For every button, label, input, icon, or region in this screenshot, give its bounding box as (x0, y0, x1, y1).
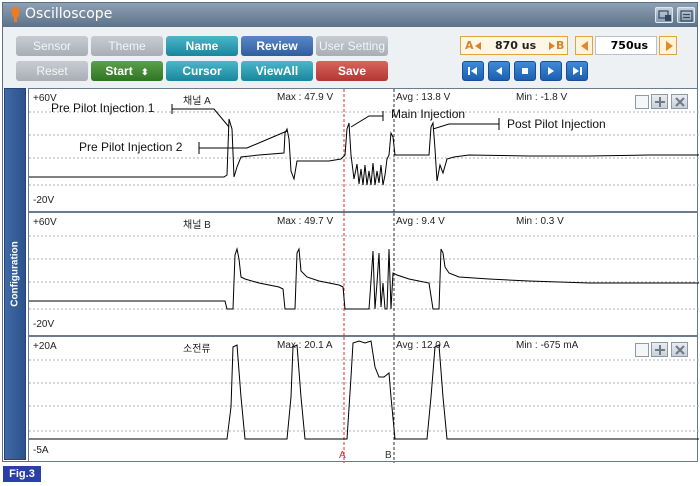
current-channel-graph (29, 337, 699, 463)
arrow-right-icon (666, 41, 673, 51)
save-button[interactable]: Save (316, 61, 388, 81)
step-forward-icon (548, 67, 554, 75)
cursor-a-arrow-icon (475, 42, 481, 50)
current-channel-min: Min : -675 mA (516, 340, 579, 351)
cursor-b-label: B (556, 39, 565, 52)
reset-button[interactable]: Reset (16, 61, 88, 81)
channel-b-bottom-scale: -20V (33, 319, 55, 330)
theme-button[interactable]: Theme (91, 36, 163, 56)
cursor-a-marker[interactable]: A (339, 450, 346, 461)
current-channel-zoom-button[interactable] (651, 342, 668, 357)
window-title: Oscilloscope (25, 6, 113, 22)
channel-b-graph (29, 213, 699, 337)
user-setting-button[interactable]: User Setting (316, 36, 388, 56)
annotation-leader-main (350, 111, 384, 128)
pre-pilot-injection-1-label: Pre Pilot Injection 1 (51, 101, 155, 115)
channel-b-top-scale: +60V (33, 217, 57, 228)
post-pilot-injection-label: Post Pilot Injection (507, 117, 606, 131)
menu-icon (680, 10, 693, 22)
current-channel-name: 소전류 (183, 344, 211, 355)
start-label: Start (105, 64, 133, 78)
configuration-tab-label: Configuration (9, 241, 21, 307)
current-channel-checkbox[interactable] (635, 343, 649, 357)
current-channel-max: Max : 20.1 A (277, 340, 333, 351)
channel-a-panel: +60V -20V 채널 A Max : 47.9 V Avg : 13.8 V… (28, 88, 699, 213)
cursor-time-display[interactable]: A 870 us B (460, 36, 568, 55)
cursor-b-arrow-icon (549, 42, 555, 50)
scope-area: +60V -20V 채널 A Max : 47.9 V Avg : 13.8 V… (28, 88, 699, 463)
channel-b-name: 채널 B (183, 220, 211, 231)
viewall-button[interactable]: ViewAll (241, 61, 313, 81)
timebase-field[interactable]: 750us (595, 36, 657, 55)
step-back-button[interactable] (488, 61, 510, 81)
annotation-leader-pre-pilot-2 (198, 130, 288, 154)
close-icon (675, 345, 685, 355)
step-forward-button[interactable] (540, 61, 562, 81)
channel-a-checkbox[interactable] (635, 95, 649, 109)
channel-a-bottom-scale: -20V (33, 195, 55, 206)
channel-a-close-button[interactable] (671, 94, 688, 109)
current-channel-top-scale: +20A (33, 341, 57, 352)
figure-label: Fig.3 (3, 466, 41, 482)
timebase-decrease-button[interactable] (575, 36, 593, 55)
plus-icon (655, 345, 665, 355)
toolbar: Sensor Theme Name Review User Setting Re… (3, 27, 697, 89)
arrow-left-icon (581, 41, 588, 51)
cursor-b-marker[interactable]: B (385, 450, 392, 461)
skip-last-button[interactable] (566, 61, 588, 81)
current-channel-close-button[interactable] (671, 342, 688, 357)
channel-b-panel: +60V -20V 채널 B Max : 49.7 V Avg : 9.4 V … (28, 212, 699, 337)
main-injection-label: Main Injection (391, 107, 466, 121)
window-menu-button[interactable] (677, 7, 695, 23)
channel-a-name: 채널 A (183, 96, 211, 107)
app-icon (12, 7, 19, 22)
skip-last-icon (573, 67, 582, 75)
cursor-button[interactable]: Cursor (166, 61, 238, 81)
stop-button[interactable] (514, 61, 536, 81)
current-channel-trace (29, 340, 699, 440)
configuration-tab[interactable]: Configuration (4, 88, 26, 460)
step-back-icon (496, 67, 502, 75)
channel-a-min: Min : -1.8 V (516, 92, 568, 103)
plus-icon (655, 97, 665, 107)
annotation-leader-pre-pilot-1 (171, 104, 230, 128)
start-spinner-icon: ⬍ (141, 67, 149, 77)
close-icon (675, 97, 685, 107)
channel-a-avg: Avg : 13.8 V (396, 92, 451, 103)
start-button[interactable]: Start ⬍ (91, 61, 163, 81)
cursor-time-value: 870 us (495, 39, 537, 52)
stop-icon (522, 68, 528, 74)
window-layout-icon (658, 10, 671, 21)
current-channel-panel: +20A -5A 소전류 Max : 20.1 A Avg : 12.0 A M… (28, 336, 699, 463)
sensor-button[interactable]: Sensor (16, 36, 88, 56)
cursor-a-label: A (465, 39, 474, 52)
channel-a-max: Max : 47.9 V (277, 92, 334, 103)
pre-pilot-injection-2-label: Pre Pilot Injection 2 (79, 140, 183, 154)
channel-a-zoom-button[interactable] (651, 94, 668, 109)
channel-b-min: Min : 0.3 V (516, 216, 564, 227)
current-channel-avg: Avg : 12.0 A (396, 340, 450, 351)
skip-first-icon (468, 67, 477, 75)
window-layout-button[interactable] (655, 7, 673, 23)
timebase-increase-button[interactable] (659, 36, 677, 55)
name-button[interactable]: Name (166, 36, 238, 56)
skip-first-button[interactable] (462, 61, 484, 81)
channel-b-trace (29, 247, 699, 310)
channel-b-avg: Avg : 9.4 V (396, 216, 445, 227)
current-channel-bottom-scale: -5A (33, 445, 49, 456)
title-bar: Oscilloscope (3, 3, 697, 27)
review-button[interactable]: Review (241, 36, 313, 56)
channel-b-max: Max : 49.7 V (277, 216, 334, 227)
